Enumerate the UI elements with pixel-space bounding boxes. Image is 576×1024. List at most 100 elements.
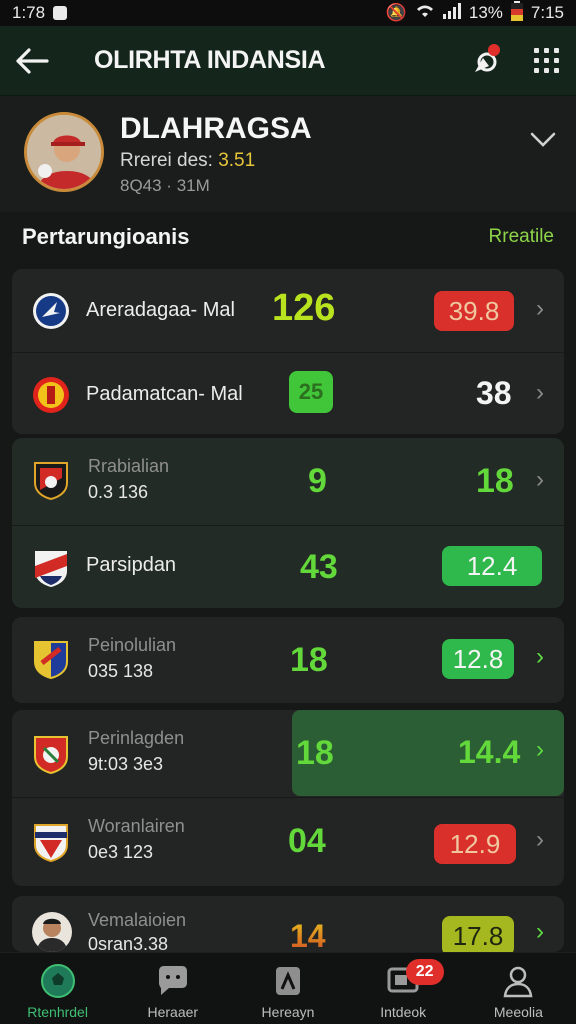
profile-header[interactable]: DLAHRAGSA Rrerei des: 3.51 8Q43 · 31M xyxy=(0,96,576,212)
match-card: Peinolulian 035 138 18 12.8 › xyxy=(12,617,564,703)
club-logo-icon xyxy=(33,377,69,413)
list-item[interactable]: Rrabialian 0.3 136 9 18 › xyxy=(12,438,564,526)
club-logo-icon xyxy=(34,824,68,862)
status-time-left: 1:78 xyxy=(12,3,46,22)
score: 43 xyxy=(300,548,338,586)
grid-menu-icon xyxy=(533,48,559,73)
nav-label: Hereayn xyxy=(261,1004,315,1020)
value-pill: 17.8 xyxy=(442,916,514,952)
app-bar: OLIRHTA INDANSIA xyxy=(0,26,576,96)
value-text: 39.8 xyxy=(448,295,500,326)
bottom-nav: Rtenhrdel Heraaer Hereayn 22 Intdeok Mee… xyxy=(0,952,576,1024)
section-link[interactable]: Rreatile xyxy=(489,226,554,248)
app-title: OLIRHTA INDANSIA xyxy=(94,46,326,74)
team-name: Vemalaioien xyxy=(88,910,187,930)
team-name: Perinlagden xyxy=(88,728,185,748)
team-name: Areradagaa- Mal xyxy=(86,299,235,321)
list-item[interactable]: Padamatcan- Mal 25 38 › xyxy=(12,353,564,437)
list-item[interactable]: Woranlairen 0e3 123 04 12.9 › xyxy=(12,798,564,886)
chevron-right-icon: › xyxy=(536,379,544,406)
mute-icon: 🔕 xyxy=(385,3,407,22)
notification-badge: 22 xyxy=(405,959,444,985)
profile-subtitle-value: 3.51 xyxy=(218,150,256,171)
club-logo-icon xyxy=(33,293,69,329)
score: 25 xyxy=(289,371,333,413)
score: 9 xyxy=(308,462,327,500)
value-text: 38 xyxy=(476,375,512,411)
battery-percent: 13% xyxy=(468,3,503,22)
club-logo-icon xyxy=(34,462,68,500)
profile-subtitle-label: Rrerei des: xyxy=(120,150,213,171)
nav-label: Intdeok xyxy=(380,1004,427,1020)
team-name: Woranlairen xyxy=(88,816,185,836)
person-icon xyxy=(503,966,533,998)
score: 126 xyxy=(272,287,336,329)
team-name: Rrabialian xyxy=(88,456,170,476)
expand-button[interactable] xyxy=(530,124,556,155)
profile-name: DLAHRAGSA xyxy=(120,112,312,145)
chevron-down-icon xyxy=(530,132,556,147)
nav-item-profile[interactable]: Meeolia xyxy=(461,953,576,1024)
menu-grid-button[interactable] xyxy=(516,26,576,96)
value-text: 12.9 xyxy=(449,828,501,859)
score: 04 xyxy=(288,822,326,860)
list-item[interactable]: Perinlagden 9t:03 3e3 18 14.4 › xyxy=(12,710,564,798)
section-header: Pertarungioanis Rreatile xyxy=(0,212,576,262)
back-button[interactable] xyxy=(0,26,64,96)
score: 14 xyxy=(290,918,326,952)
status-bar: 1:78 🔕 13% 7:15 xyxy=(0,0,576,26)
match-card: Rrabialian 0.3 136 9 18 › Parsipdan 43 1… xyxy=(12,438,564,608)
chevron-right-icon: › xyxy=(536,295,544,322)
nav-item-home[interactable]: Rtenhrdel xyxy=(0,953,115,1024)
chevron-right-icon: › xyxy=(536,643,544,670)
team-subtitle: 0.3 136 xyxy=(88,482,149,502)
chat-bubble-icon xyxy=(158,966,187,995)
score: 18 xyxy=(290,641,328,679)
soccer-ball-icon xyxy=(40,964,75,998)
nav-item-trophy[interactable]: Hereayn xyxy=(230,953,345,1024)
value-text: 18 xyxy=(476,462,514,500)
chevron-right-icon: › xyxy=(536,918,544,945)
nav-label: Meeolia xyxy=(493,1004,543,1020)
notification-dot xyxy=(488,43,500,56)
list-item[interactable]: Parsipdan 43 12.4 xyxy=(12,526,564,610)
notifications-button[interactable] xyxy=(456,26,516,96)
club-logo-icon xyxy=(35,551,67,587)
value-text: 12.4 xyxy=(466,550,518,581)
club-logo-icon xyxy=(34,736,68,774)
team-subtitle: 9t:03 3e3 xyxy=(88,754,164,774)
profile-subtitle: Rrerei des: 3.51 xyxy=(120,150,255,172)
chevron-right-icon: › xyxy=(536,826,544,853)
value-pill: 12.9 xyxy=(434,824,516,864)
list-item[interactable]: Areradagaa- Mal 126 39.8 › xyxy=(12,269,564,353)
status-time-right: 7:15 xyxy=(530,3,564,22)
back-arrow-icon xyxy=(16,47,49,74)
match-card: Areradagaa- Mal 126 39.8 › Padamatcan- M… xyxy=(12,269,564,434)
team-name: Peinolulian xyxy=(88,635,177,655)
nav-label: Heraaer xyxy=(147,1004,199,1020)
team-name: Padamatcan- Mal xyxy=(86,383,243,405)
team-subtitle: 0e3 123 xyxy=(88,842,154,862)
value-text: 14.4 xyxy=(458,734,521,770)
signal-icon xyxy=(442,2,461,24)
nav-label: Rtenhrdel xyxy=(27,1004,88,1020)
player-avatar xyxy=(32,912,72,952)
battery-icon xyxy=(510,0,523,26)
value-pill: 12.4 xyxy=(442,546,542,586)
team-subtitle: 0sran3.38 xyxy=(88,934,169,952)
team-name: Parsipdan xyxy=(86,554,177,576)
nav-item-inbox[interactable]: 22 Intdeok xyxy=(346,953,461,1024)
chevron-right-icon: › xyxy=(536,736,544,763)
profile-number: 8Q43 · 31M xyxy=(120,176,210,195)
list-item[interactable]: Vemalaioien 0sran3.38 14 17.8 › xyxy=(12,896,564,952)
score: 18 xyxy=(296,734,334,772)
match-card: Vemalaioien 0sran3.38 14 17.8 › xyxy=(12,896,564,952)
notification-icon xyxy=(53,6,68,20)
avatar xyxy=(24,112,104,192)
wifi-icon xyxy=(415,3,435,24)
list-item[interactable]: Peinolulian 035 138 18 12.8 › xyxy=(12,617,564,703)
nav-item-chat[interactable]: Heraaer xyxy=(115,953,230,1024)
value-pill: 12.8 xyxy=(442,639,514,679)
value-text: 17.8 xyxy=(452,920,504,951)
club-logo-icon xyxy=(34,641,68,679)
